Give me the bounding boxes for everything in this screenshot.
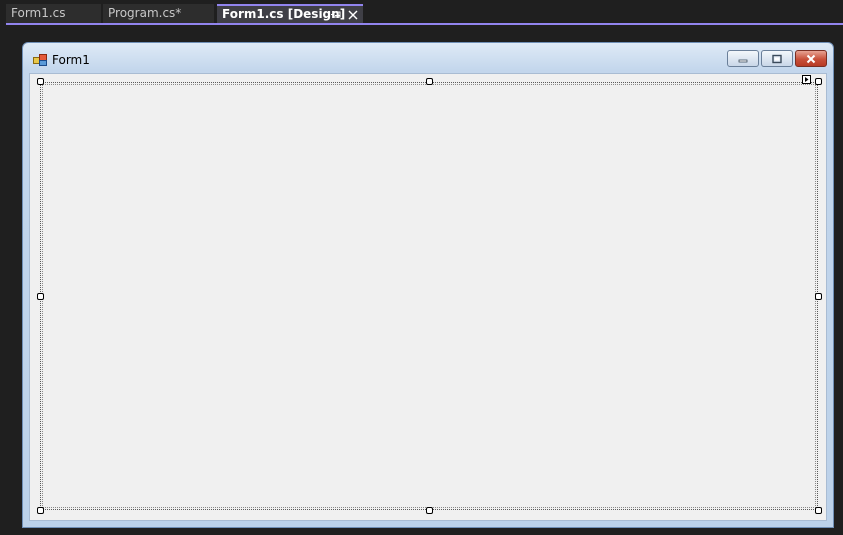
close-icon [806,54,816,63]
tab-label: Form1.cs [Design] [222,7,346,21]
visual-studio-window: Form1.cs Program.cs* Form1.cs [Design] F… [0,0,843,535]
resize-handle-bottom[interactable] [426,507,433,514]
resize-handle-top-right[interactable] [815,78,822,85]
resize-handle-left[interactable] [37,293,44,300]
selection-frame-inner [42,84,816,508]
tab-form1-cs[interactable]: Form1.cs [6,4,101,23]
form-app-icon [33,54,47,66]
pin-icon[interactable] [330,9,342,21]
resize-handle-bottom-right[interactable] [815,507,822,514]
caption-buttons [727,50,827,67]
resize-handle-bottom-left[interactable] [37,507,44,514]
tab-actions [330,6,359,23]
form-title: Form1 [52,53,90,67]
smart-tag-button[interactable] [802,75,811,84]
smart-tag-arrow-icon [805,77,809,82]
form-titlebar[interactable]: Form1 [23,43,833,75]
tab-program-cs[interactable]: Program.cs* [103,4,214,23]
document-tab-strip: Form1.cs Program.cs* Form1.cs [Design] [0,0,843,23]
tab-label: Program.cs* [108,6,182,20]
maximize-icon [772,54,782,63]
maximize-button[interactable] [761,50,793,67]
minimize-button[interactable] [727,50,759,67]
tab-label: Form1.cs [11,6,66,20]
tab-form1-design[interactable]: Form1.cs [Design] [217,4,363,23]
resize-handle-right[interactable] [815,293,822,300]
resize-handle-top-left[interactable] [37,78,44,85]
resize-handle-top[interactable] [426,78,433,85]
close-icon[interactable] [347,9,359,21]
form-close-button[interactable] [795,50,827,67]
minimize-icon [738,59,748,62]
